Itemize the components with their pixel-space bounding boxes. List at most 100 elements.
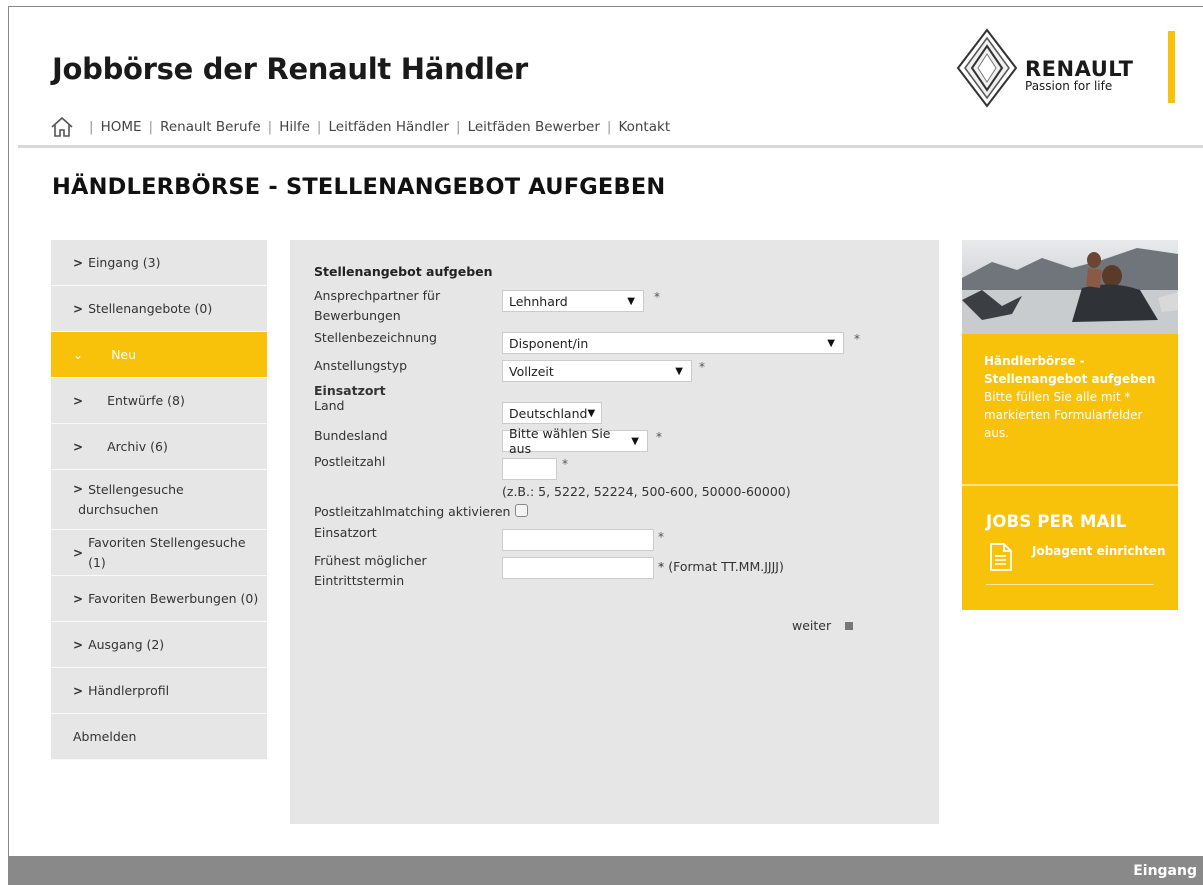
einsatzort-input[interactable] [502,529,654,551]
land-label: Land [314,398,345,413]
postleitzahl-hint: (z.B.: 5, 5222, 52224, 500-600, 50000-60… [502,484,791,499]
postleitzahl-input[interactable] [502,458,557,480]
sidebar-item-label: Favoriten Bewerbungen (0) [88,590,259,606]
plz-matching-checkbox[interactable] [515,504,528,517]
brand-tagline: Passion for life [1025,79,1113,93]
jobs-per-mail-title: JOBS PER MAIL [986,512,1127,531]
sidebar-item-favoriten-stellengesuche[interactable]: > Favoriten Stellengesuche (1) [51,530,267,576]
chevron-right-icon: > [73,439,84,454]
dropdown-arrow-icon: ▼ [627,295,635,307]
chevron-right-icon: > [73,545,84,560]
site-title: Jobbörse der Renault Händler [52,52,528,86]
nav-separator: | [267,119,273,135]
chevron-right-icon: > [73,482,84,496]
nav-separator: | [148,119,154,135]
sidebar-item-label: Ausgang (2) [88,636,165,652]
stellenbezeichnung-select[interactable]: Disponent/in ▼ [502,332,844,354]
info-box: Händlerbörse - Stellenangebot aufgeben B… [962,334,1178,610]
nav-separator: | [89,119,94,135]
sidebar-item-haendlerprofil[interactable]: > Händlerprofil [51,668,267,714]
chevron-down-icon: ⌄ [73,347,84,362]
stellenbezeichnung-value: Disponent/in [509,335,589,351]
nav-separator: | [606,119,612,135]
chevron-right-icon: > [73,683,84,698]
nav-separator: | [456,119,461,135]
required-marker: * [854,332,860,346]
sidebar-item-label: Neu [111,346,137,362]
sidebar-item-entwuerfe[interactable]: > Entwürfe (8) [51,378,267,424]
date-format-hint: * (Format TT.MM.JJJJ) [658,559,784,574]
square-arrow-icon [845,621,854,630]
brand-name: RENAULT [1025,57,1134,81]
anstellungstyp-value: Vollzeit [509,363,554,379]
bundesland-select[interactable]: Bitte wählen Sie aus ▼ [502,426,648,456]
dropdown-arrow-icon: ▼ [587,407,596,419]
renault-logo [956,28,1018,108]
sidebar-item-stellengesuche[interactable]: > Stellengesuche durchsuchen [51,470,267,530]
form-heading: Stellenangebot aufgeben [314,264,493,279]
sidebar-item-neu[interactable]: ⌄ Neu [51,332,267,378]
dropdown-arrow-icon: ▼ [631,435,639,447]
weiter-button[interactable]: weiter [792,618,854,633]
nav-renault-berufe[interactable]: Renault Berufe [160,119,261,135]
sidebar-item-label: Entwürfe (8) [107,392,185,408]
form-panel: Stellenangebot aufgeben Ansprechpartner … [290,240,939,824]
eintrittstermin-label-line1: Frühest möglicher [314,553,427,568]
home-icon[interactable] [50,116,74,138]
sidebar-item-ausgang[interactable]: > Ausgang (2) [51,622,267,668]
eintrittstermin-label-line2: Eintrittstermin [314,573,405,588]
nav-hilfe[interactable]: Hilfe [279,119,310,135]
sidebar-item-abmelden[interactable]: Abmelden [51,714,267,760]
jobagent-underline [986,584,1154,585]
bundesland-value: Bitte wählen Sie aus [509,426,611,456]
land-select[interactable]: Deutschland ▼ [502,402,602,424]
footer-eingang-link[interactable]: Eingang [1133,863,1197,879]
brand-accent-bar [1168,31,1175,103]
nav-leitfaeden-bewerber[interactable]: Leitfäden Bewerber [468,119,600,135]
plz-matching-label: Postleitzahlmatching aktivieren [314,504,511,519]
required-marker: * [656,430,662,444]
land-value: Deutschland [509,405,588,421]
info-divider [962,484,1178,486]
info-text: Händlerbörse - Stellenangebot aufgeben B… [984,352,1164,442]
sidebar-item-eingang[interactable]: > Eingang (3) [51,240,267,286]
nav-kontakt[interactable]: Kontakt [618,119,670,135]
eintrittstermin-input[interactable] [502,557,654,579]
postleitzahl-label: Postleitzahl [314,454,386,469]
info-title-line2: Stellenangebot aufgeben [984,372,1156,386]
ansprechpartner-select[interactable]: Lehnhard ▼ [502,290,644,312]
brand-block: RENAULT Passion for life [1025,57,1133,93]
weiter-label: weiter [792,618,832,633]
dropdown-arrow-icon: ▼ [675,365,683,377]
chevron-right-icon: > [73,393,84,408]
jobagent-link[interactable]: Jobagent einrichten [1032,544,1165,558]
top-navigation: | HOME | Renault Berufe | Hilfe | Leitfä… [50,116,670,138]
required-marker: * [562,457,568,471]
anstellungstyp-label: Anstellungstyp [314,358,408,373]
ansprechpartner-label-line1: Ansprechpartner für [314,288,441,303]
sidebar-item-label-line2: durchsuchen [78,501,159,517]
stellenbezeichnung-label: Stellenbezeichnung [314,330,437,345]
sidebar-item-label: Eingang (3) [88,254,161,270]
required-marker: * [654,290,660,304]
required-marker: * [658,530,664,544]
chevron-right-icon: > [73,255,84,270]
sidebar-item-label: Stellenangebote (0) [88,300,213,316]
beach-photo-illustration [962,240,1178,334]
anstellungstyp-select[interactable]: Vollzeit ▼ [502,360,692,382]
sidebar-item-label-line1: Stellengesuche [88,481,184,497]
page-title: HÄNDLERBÖRSE - STELLENANGEBOT AUFGEBEN [52,174,666,200]
sidebar-item-stellenangebote[interactable]: > Stellenangebote (0) [51,286,267,332]
ansprechpartner-label-line2: Bewerbungen [314,308,401,323]
hero-photo [962,240,1178,334]
sidebar-item-archiv[interactable]: > Archiv (6) [51,424,267,470]
nav-divider [18,145,1203,148]
sidebar-item-favoriten-bewerbungen[interactable]: > Favoriten Bewerbungen (0) [51,576,267,622]
document-icon [990,543,1012,571]
einsatzort-label: Einsatzort [314,525,377,540]
nav-home[interactable]: HOME [101,119,142,135]
sidebar: > Eingang (3) > Stellenangebote (0) ⌄ Ne… [51,240,267,760]
nav-leitfaeden-haendler[interactable]: Leitfäden Händler [328,119,449,135]
sidebar-item-label: Stellengesuche durchsuchen [78,480,184,520]
sidebar-item-label: Händlerprofil [88,682,170,698]
